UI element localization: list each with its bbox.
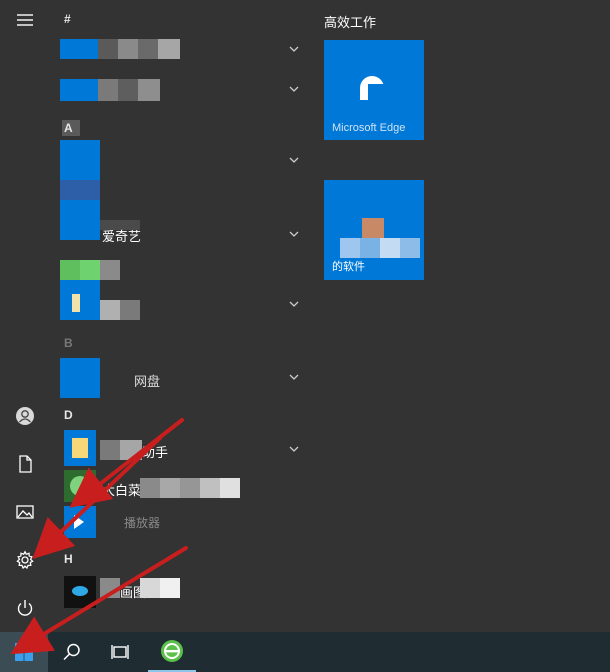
list-item[interactable] <box>60 140 310 180</box>
task-view-icon <box>111 645 129 659</box>
app-label: 助手 <box>142 445 169 460</box>
start-button[interactable] <box>0 632 48 672</box>
list-item[interactable]: 网盘 <box>60 358 310 398</box>
power-button[interactable] <box>5 588 45 628</box>
app-icon-glyph <box>70 476 90 496</box>
blurred-label <box>100 300 120 320</box>
chevron-down-icon[interactable] <box>288 443 300 455</box>
tile-label: 的软件 <box>332 261 365 273</box>
list-item[interactable]: 播放器 <box>60 506 310 544</box>
blurred-label <box>200 478 220 498</box>
browser-app-icon <box>161 640 183 662</box>
document-icon <box>19 455 32 473</box>
blurred-label <box>118 39 138 59</box>
app-label: 播放器 <box>124 516 161 530</box>
edge-tile[interactable]: Microsoft Edge <box>324 40 424 140</box>
app-label: 网盘 <box>134 374 161 389</box>
blurred-label <box>158 39 180 59</box>
list-item[interactable]: 画图 <box>60 574 310 612</box>
section-header-a[interactable]: A <box>64 121 73 135</box>
settings-icon <box>16 550 34 570</box>
app-icon <box>60 280 100 320</box>
blurred-block <box>380 238 400 258</box>
list-item[interactable]: 爱奇艺 <box>60 180 310 244</box>
list-item[interactable] <box>60 30 310 68</box>
play-icon <box>74 515 84 529</box>
blurred-label <box>138 39 158 59</box>
app-label: 大白菜 <box>102 483 142 498</box>
folder-icon <box>72 438 88 458</box>
app-icon <box>60 79 98 101</box>
app-list[interactable]: # A 爱奇艺 B 网盘 D 助手 大白菜 播放器 H 画图 <box>50 0 310 632</box>
search-button[interactable] <box>48 632 96 672</box>
expand-menu-button[interactable] <box>5 0 45 40</box>
chevron-down-icon[interactable] <box>288 371 300 383</box>
blurred-label <box>98 39 118 59</box>
tile-area: 高效工作 Microsoft Edge 的软件 <box>310 0 610 632</box>
blurred-label <box>100 578 120 598</box>
app-icon-glyph <box>72 294 80 312</box>
chevron-down-icon[interactable] <box>288 83 300 95</box>
task-view-button[interactable] <box>96 632 144 672</box>
blurred-label <box>118 79 138 101</box>
windows-start-icon <box>15 643 33 661</box>
section-header-b[interactable]: B <box>64 336 73 350</box>
start-menu: # A 爱奇艺 B 网盘 D 助手 大白菜 播放器 H 画图 高效工作 Micr… <box>0 0 610 632</box>
chevron-down-icon[interactable] <box>288 228 300 240</box>
app-label: 爱奇艺 <box>102 229 142 244</box>
blurred-label <box>120 300 140 320</box>
app-icon <box>60 180 100 200</box>
chevron-down-icon[interactable] <box>288 298 300 310</box>
edge-icon-cut <box>368 84 384 100</box>
app-icon <box>60 200 100 240</box>
section-header-hash[interactable]: # <box>64 12 71 26</box>
chevron-down-icon[interactable] <box>288 43 300 55</box>
browser-app-button[interactable] <box>148 632 196 672</box>
user-icon <box>16 407 34 425</box>
account-button[interactable] <box>5 396 45 436</box>
tile-label: Microsoft Edge <box>332 122 406 134</box>
power-icon <box>17 600 33 616</box>
list-item[interactable]: 大白菜 <box>60 468 310 506</box>
tile-icon <box>362 218 384 240</box>
list-item[interactable]: 助手 <box>60 430 310 468</box>
app-icon-glyph <box>72 586 88 596</box>
blurred-block <box>340 238 360 258</box>
blurred-label <box>100 440 120 460</box>
blurred-label <box>220 478 240 498</box>
search-icon <box>63 643 80 661</box>
app-icon <box>60 358 100 398</box>
section-header-h[interactable]: H <box>64 552 73 566</box>
chevron-down-icon[interactable] <box>288 154 300 166</box>
blurred-label <box>160 578 180 598</box>
software-tile[interactable]: 的软件 <box>324 180 424 280</box>
app-icon <box>60 140 100 180</box>
app-icon <box>60 39 98 59</box>
pictures-icon <box>16 505 34 519</box>
blurred-block <box>400 238 420 258</box>
blurred-label <box>100 260 120 280</box>
app-icon <box>80 260 100 280</box>
tile-group-title[interactable]: 高效工作 <box>324 12 376 31</box>
blurred-label <box>120 440 142 460</box>
blurred-block <box>360 238 380 258</box>
list-item[interactable] <box>60 280 310 320</box>
blurred-label <box>140 578 160 598</box>
blurred-label <box>138 79 160 101</box>
pictures-button[interactable] <box>5 492 45 532</box>
documents-button[interactable] <box>5 444 45 484</box>
start-rail <box>0 0 50 632</box>
settings-button[interactable] <box>5 540 45 580</box>
blurred-label <box>98 79 118 101</box>
taskbar <box>0 632 610 672</box>
app-icon <box>60 260 80 280</box>
blurred-label <box>180 478 200 498</box>
list-item[interactable] <box>60 70 310 108</box>
blurred-label <box>160 478 180 498</box>
blurred-label <box>140 478 160 498</box>
hamburger-icon <box>17 14 33 26</box>
section-header-d[interactable]: D <box>64 408 73 422</box>
